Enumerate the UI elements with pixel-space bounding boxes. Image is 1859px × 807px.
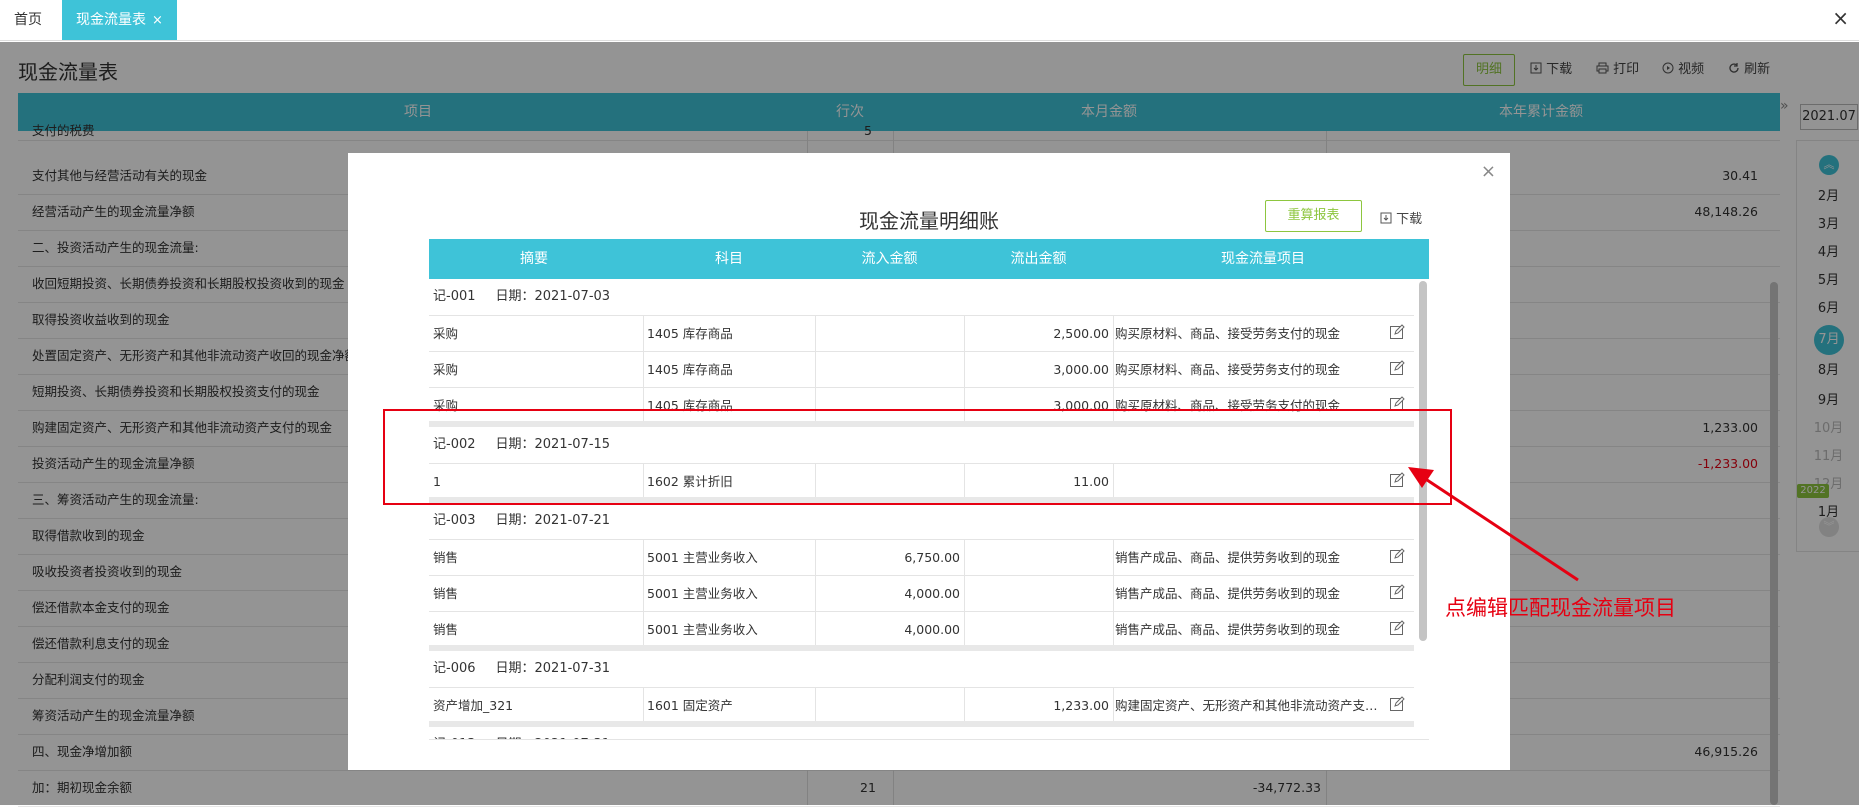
entry-inflow [815, 352, 965, 388]
detail-row: 销售 5001 主营业务收入 4,000.00 销售产成品、商品、提供劳务收到的现金 [429, 611, 1414, 648]
edit-icon[interactable] [1389, 360, 1405, 379]
col-summary: 摘要 [520, 251, 548, 267]
annotation-text: 点编辑匹配现金流量项目 [1445, 596, 1676, 620]
detail-table-header: 摘要 科目 流入金额 流出金额 现金流量项目 [429, 239, 1429, 279]
recalculate-report-button[interactable]: 重算报表 [1265, 200, 1362, 232]
voucher-group-header: 记-013 日期：2021-07-31 [429, 727, 1418, 739]
detail-row: 采购 1405 库存商品 2,500.00 购买原材料、商品、接受劳务支付的现金 [429, 315, 1414, 352]
entry-summary: 采购 [429, 316, 644, 352]
entry-summary: 销售 [429, 612, 644, 648]
voucher-date: 日期：2021-07-31 [495, 661, 611, 676]
edit-icon[interactable] [1389, 696, 1405, 715]
tab-home[interactable]: 首页 [0, 0, 56, 40]
voucher-group-header: 记-003 日期：2021-07-21 [429, 503, 1418, 539]
entry-cash-flow-item: 购建固定资产、无形资产和其他非流动资产支付... [1115, 698, 1385, 713]
voucher-date: 日期：2021-07-31 [496, 737, 611, 739]
entry-summary: 销售 [429, 540, 644, 576]
col-cash-flow-item: 现金流量项目 [1221, 251, 1305, 267]
entry-cash-flow-item: 销售产成品、商品、提供劳务收到的现金 [1115, 622, 1341, 637]
voucher-group-header: 记-001 日期：2021-07-03 [429, 279, 1418, 315]
col-outflow: 流出金额 [1010, 251, 1067, 267]
voucher-group-header: 记-006 日期：2021-07-31 [429, 651, 1418, 687]
entry-outflow: 2,500.00 [964, 316, 1114, 352]
window-close-icon[interactable]: × [1832, 6, 1849, 30]
voucher-number: 记-003 [433, 513, 476, 528]
detail-row: 采购 1405 库存商品 3,000.00 购买原材料、商品、接受劳务支付的现金 [429, 351, 1414, 388]
entry-inflow [815, 316, 965, 352]
col-inflow: 流入金额 [861, 251, 918, 267]
voucher-date: 日期：2021-07-21 [495, 513, 611, 528]
entry-inflow: 4,000.00 [815, 576, 965, 612]
entry-inflow: 4,000.00 [815, 612, 965, 648]
highlight-box [383, 409, 1452, 505]
entry-account: 1405 库存商品 [643, 352, 816, 388]
tab-bar: 首页 现金流量表 × × [0, 0, 1859, 41]
modal-download-button[interactable]: 下载 [1380, 208, 1422, 227]
voucher-number: 记-001 [433, 289, 476, 304]
entry-account: 5001 主营业务收入 [643, 540, 816, 576]
entry-inflow [815, 688, 965, 724]
col-account: 科目 [715, 251, 743, 267]
entry-account: 5001 主营业务收入 [643, 612, 816, 648]
entry-summary: 销售 [429, 576, 644, 612]
edit-icon[interactable] [1389, 324, 1405, 343]
detail-table-body: 记-001 日期：2021-07-03 采购 1405 库存商品 2,500.00 购买原… [429, 279, 1429, 740]
modal-close-icon[interactable]: × [1481, 161, 1496, 182]
entry-account: 5001 主营业务收入 [643, 576, 816, 612]
entry-account: 1405 库存商品 [643, 316, 816, 352]
entry-outflow: 1,233.00 [964, 688, 1114, 724]
entry-outflow: 3,000.00 [964, 352, 1114, 388]
edit-icon[interactable] [1389, 620, 1405, 639]
detail-row: 资产增加_321 1601 固定资产 1,233.00 购建固定资产、无形资产和其他非… [429, 687, 1414, 724]
entry-cash-flow-item: 购买原材料、商品、接受劳务支付的现金 [1115, 362, 1341, 377]
entry-cash-flow-item: 销售产成品、商品、提供劳务收到的现金 [1115, 550, 1341, 565]
voucher-date: 日期：2021-07-03 [495, 289, 611, 304]
entry-summary: 资产增加_321 [429, 688, 644, 724]
entry-outflow [964, 540, 1114, 576]
entry-outflow [964, 576, 1114, 612]
tab-close-icon[interactable]: × [152, 13, 163, 28]
annotation-arrow-icon [1408, 467, 1579, 582]
tab-cash-flow[interactable]: 现金流量表 × [62, 0, 177, 40]
detail-row: 销售 5001 主营业务收入 6,750.00 销售产成品、商品、提供劳务收到的现金 [429, 539, 1414, 576]
entry-cash-flow-item: 销售产成品、商品、提供劳务收到的现金 [1115, 586, 1341, 601]
detail-row: 销售 5001 主营业务收入 4,000.00 销售产成品、商品、提供劳务收到的现金 [429, 575, 1414, 612]
entry-outflow [964, 612, 1114, 648]
voucher-number: 记-006 [433, 661, 476, 676]
entry-cash-flow-item: 购买原材料、商品、接受劳务支付的现金 [1115, 326, 1341, 341]
voucher-number: 记-013 [433, 737, 476, 739]
entry-account: 1601 固定资产 [643, 688, 816, 724]
entry-summary: 采购 [429, 352, 644, 388]
download-icon [1380, 212, 1392, 224]
entry-inflow: 6,750.00 [815, 540, 965, 576]
